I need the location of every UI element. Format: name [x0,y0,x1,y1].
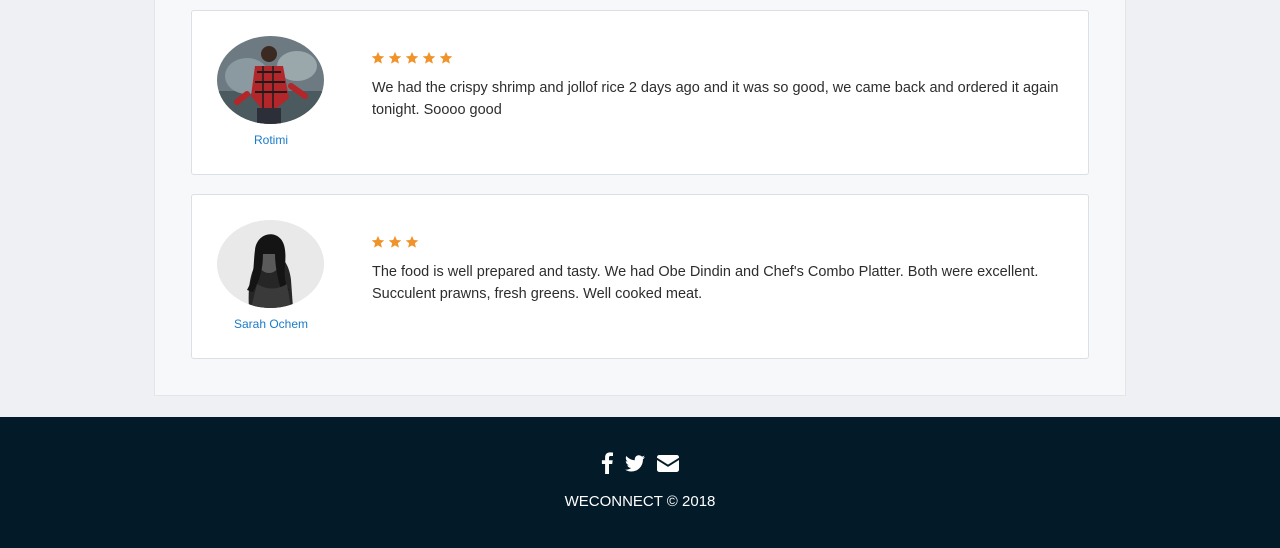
reviewer-name-link[interactable]: Rotimi [192,133,350,147]
review-card: Sarah Ochem The food is well prepared an… [191,194,1089,359]
twitter-link[interactable] [625,454,645,472]
reviewer-photo [217,220,324,308]
facebook-link[interactable] [601,452,613,474]
twitter-icon [625,454,645,471]
reviewer-name-link[interactable]: Sarah Ochem [192,317,350,331]
star-icon [405,235,419,248]
star-rating [371,235,419,249]
star-icon [422,51,436,64]
star-icon [439,51,453,64]
facebook-icon [601,452,613,474]
review-card: Rotimi We had the crispy shrimp and joll… [191,10,1089,175]
star-icon [388,51,402,64]
review-text: We had the crispy shrimp and jollof rice… [372,80,1059,118]
envelope-icon [657,454,679,472]
star-icon [388,235,402,248]
site-footer [0,417,1280,548]
reviewer-photo [217,36,324,124]
avatar [217,220,324,308]
email-link[interactable] [657,454,679,472]
social-links [0,452,1280,474]
star-icon [405,51,419,64]
copyright-text: WECONNECT © 2018 [564,493,716,510]
review-text: The food is well prepared and tasty. We … [372,264,1039,302]
star-icon [371,235,385,248]
avatar [217,36,324,124]
star-rating [371,51,453,65]
star-icon [371,51,385,64]
